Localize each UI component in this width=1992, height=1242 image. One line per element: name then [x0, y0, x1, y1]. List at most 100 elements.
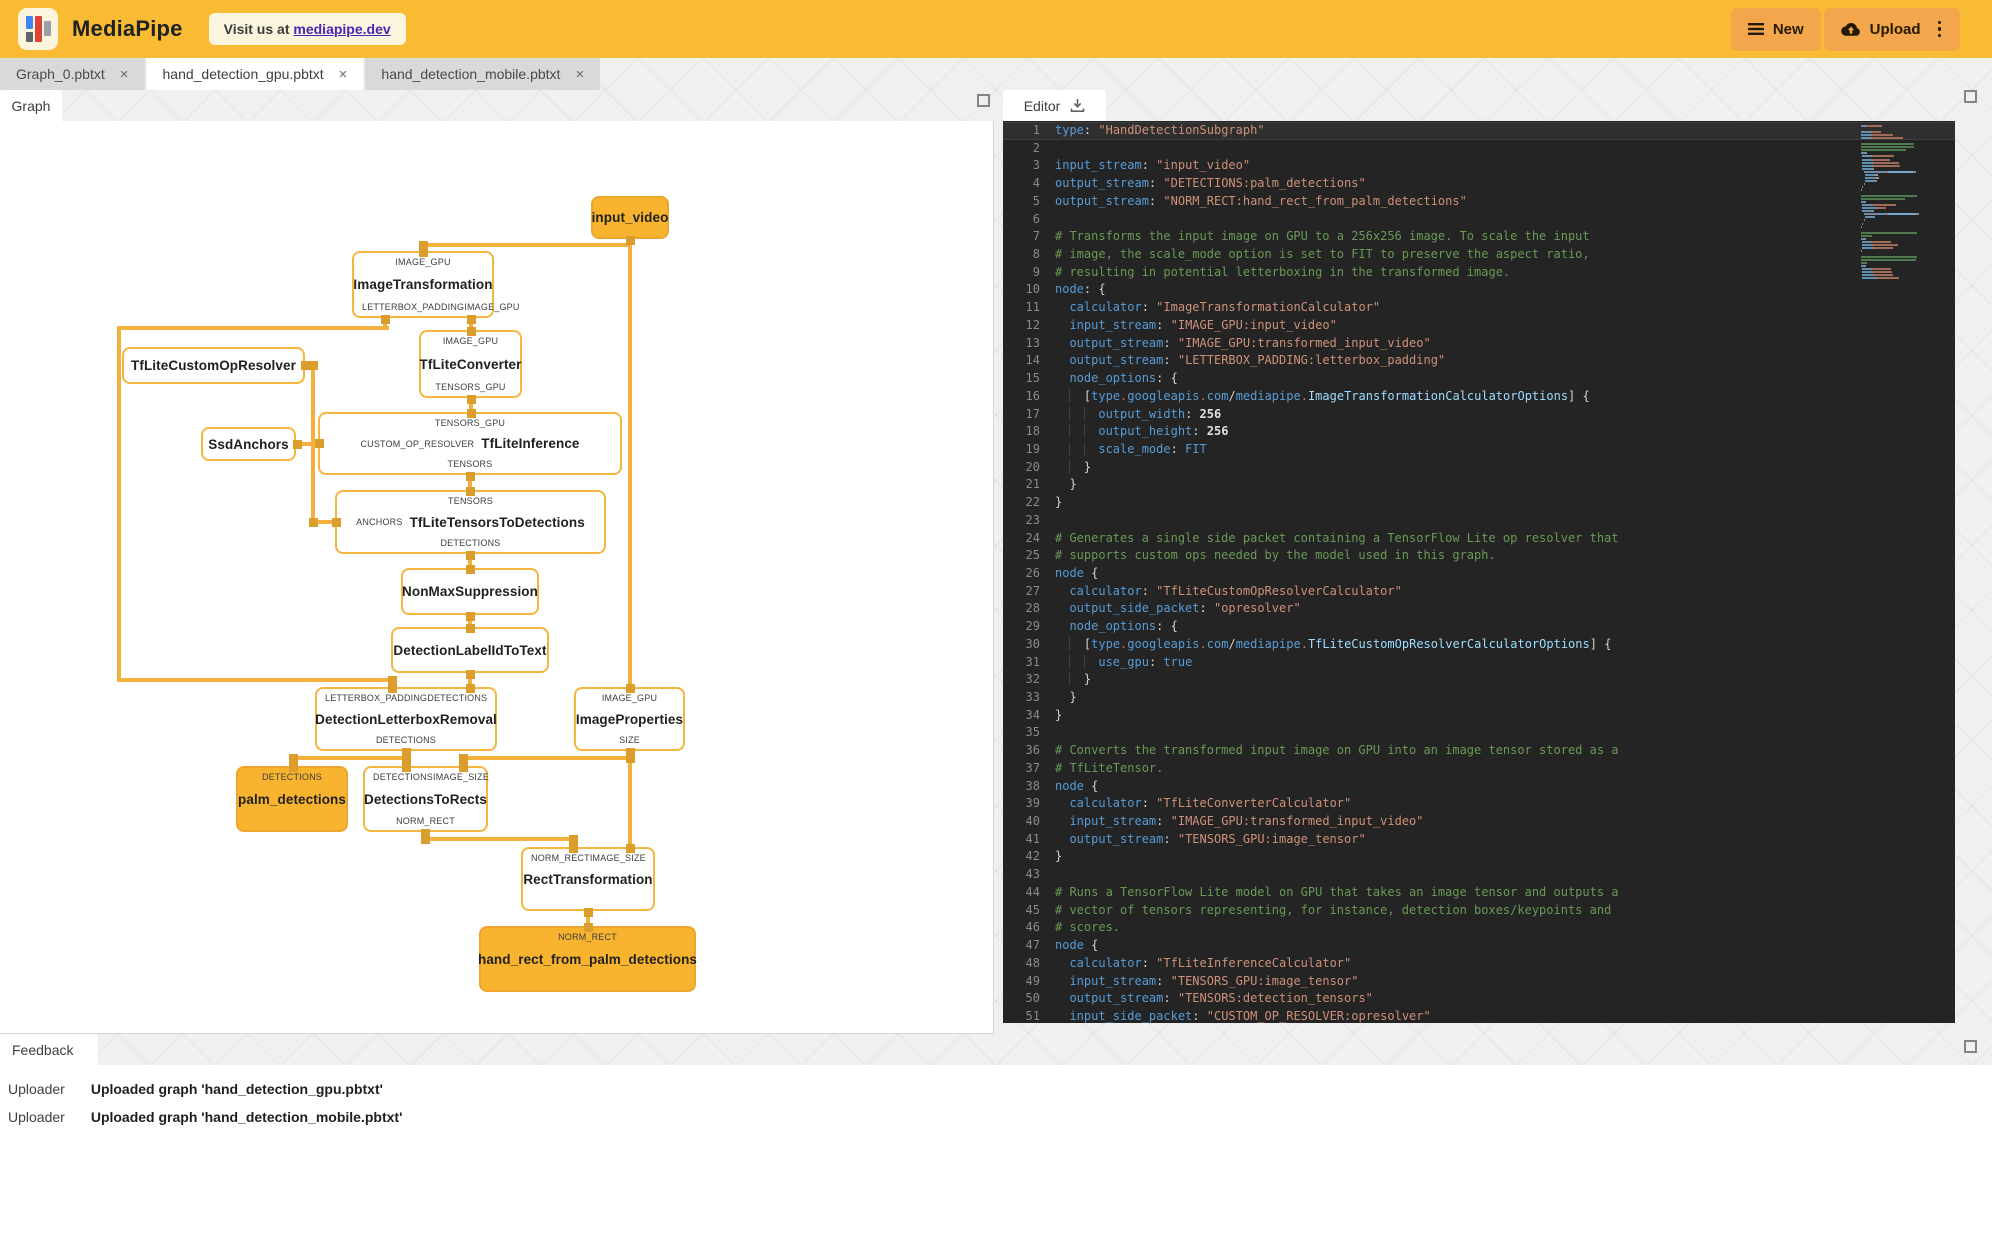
- code-text: output_stream: "TENSORS_GPU:image_tensor…: [1069, 831, 1366, 846]
- code-line: 48 calculator: "TfLiteInferenceCalculato…: [1003, 955, 1955, 973]
- line-number: 44: [1025, 884, 1040, 899]
- graph-node-TfLiteConverter[interactable]: IMAGE_GPU TfLiteConverter TENSORS_GPU: [419, 330, 522, 398]
- tab-editor[interactable]: Editor: [1003, 90, 1106, 121]
- graph-node-NonMaxSuppression[interactable]: NonMaxSuppression: [401, 568, 539, 615]
- code-text: input_side_packet: "CUSTOM_OP_RESOLVER:o…: [1069, 1008, 1431, 1023]
- line-number: 26: [1025, 565, 1040, 580]
- close-tab-icon[interactable]: ×: [575, 67, 584, 82]
- feedback-entry: Uploader Uploaded graph 'hand_detection_m…: [0, 1103, 1992, 1131]
- graph-node-input_video[interactable]: input_video: [591, 196, 669, 239]
- mediapipe-dev-link[interactable]: mediapipe.dev: [293, 21, 390, 37]
- graph-port-joint: [308, 360, 318, 370]
- code-line: 8 # image, the scale_mode option is set t…: [1003, 246, 1955, 264]
- minimap-line: [1861, 229, 1945, 231]
- port-row: IMAGE_GPU: [354, 257, 492, 267]
- graph-node-DetectionLabelIdToText[interactable]: DetectionLabelIdToText: [391, 627, 549, 673]
- line-number: 51: [1025, 1008, 1040, 1023]
- code-line: 31 use_gpu: true: [1003, 654, 1955, 672]
- file-tab-hand_detection_mobile.pbtxt[interactable]: hand_detection_mobile.pbtxt ×: [365, 58, 601, 90]
- line-number: 3: [1032, 158, 1040, 173]
- minimap-line: [1861, 161, 1945, 164]
- minimap-line: [1861, 182, 1945, 185]
- minimap-line: [1861, 198, 1945, 201]
- graph-node-TfLiteTensorsToDetections[interactable]: TENSORS ANCHORS TfLiteTensorsToDetections D…: [335, 490, 606, 554]
- graph-node-ImageTransformation[interactable]: IMAGE_GPU ImageTransformation LETTERBOX_PA…: [352, 251, 519, 318]
- minimap-line: [1861, 152, 1945, 155]
- graph-port-joint: [458, 753, 468, 763]
- code-text: # image, the scale_mode option is set to…: [1055, 247, 1590, 262]
- port-row: TENSORS_GPU: [421, 382, 520, 392]
- feedback-source: Uploader: [8, 1081, 65, 1097]
- new-button[interactable]: New: [1730, 7, 1821, 51]
- line-number: 15: [1025, 371, 1040, 386]
- line-number: 37: [1025, 760, 1040, 775]
- code-text: type: "HandDetectionSubgraph": [1055, 123, 1265, 137]
- graph-edge: [117, 326, 389, 330]
- graph-port-joint: [401, 753, 411, 763]
- graph-node-DetectionsToRects[interactable]: DETECTIONS IMAGE_SIZE DetectionsToRects NOR…: [363, 766, 489, 832]
- code-text: node {: [1055, 565, 1099, 580]
- tab-graph[interactable]: Graph: [0, 90, 62, 121]
- minimap-line: [1861, 253, 1945, 255]
- graph-node-TfLiteCustomOpResolver[interactable]: TfLiteCustomOpResolver: [122, 347, 305, 384]
- minimap-line: [1861, 167, 1945, 170]
- port-row: DETECTIONS: [238, 772, 346, 782]
- line-number: 43: [1025, 867, 1040, 882]
- graph-node-TfLiteInference[interactable]: TENSORS_GPU CUSTOM_OP_RESOLVER TfLiteInfer…: [318, 412, 622, 475]
- line-number: 33: [1025, 690, 1040, 704]
- graph-node-ImageProperties[interactable]: IMAGE_GPU ImageProperties SIZE: [574, 687, 685, 751]
- expand-feedback-icon[interactable]: [1964, 1040, 1977, 1053]
- port-label: LETTERBOX_PADDING: [362, 302, 465, 312]
- line-number: 34: [1025, 707, 1040, 722]
- graph-node-hand_rect_from_palm_detections[interactable]: NORM_RECT hand_rect_from_palm_detections: [478, 926, 697, 992]
- code-line: 49 input_stream: "TENSORS_GPU:image_tens…: [1003, 973, 1955, 991]
- code-line: 25 # supports custom ops needed by the mo…: [1003, 547, 1955, 565]
- code-line: 40 input_stream: "IMAGE_GPU:transformed_…: [1003, 813, 1955, 831]
- code-editor[interactable]: 1 type: "HandDetectionSubgraph" 2 3 input_st…: [1003, 121, 1955, 1023]
- line-number: 1: [1032, 123, 1040, 137]
- code-line: 28 output_side_packet: "opresolver": [1003, 600, 1955, 618]
- graph-node-DetectionLetterboxRemoval[interactable]: LETTERBOX_PADDING DETECTIONS DetectionLett…: [315, 687, 497, 751]
- minimap-line: [1861, 249, 1945, 252]
- graph-canvas[interactable]: input_video IMAGE_GPU ImageTransformation L…: [0, 121, 994, 1034]
- port-label: DETECTIONS: [440, 538, 501, 548]
- graph-node-RectTransformation[interactable]: NORM_RECT IMAGE_SIZE RectTransformation: [521, 847, 655, 911]
- file-tab-hand_detection_gpu.pbtxt[interactable]: hand_detection_gpu.pbtxt ×: [146, 58, 364, 90]
- graph-port-joint: [465, 550, 475, 560]
- code-line: 41 output_stream: "TENSORS_GPU:image_ten…: [1003, 831, 1955, 849]
- minimap-line: [1861, 265, 1945, 268]
- code-text: }: [1069, 690, 1077, 704]
- file-tab-Graph_0.pbtxt[interactable]: Graph_0.pbtxt ×: [0, 58, 145, 90]
- minimap[interactable]: [1861, 125, 1945, 280]
- code-text: }: [1069, 477, 1077, 492]
- code-line: 21 }: [1003, 476, 1955, 494]
- code-text: # resulting in potential letterboxing in…: [1055, 264, 1511, 279]
- close-tab-icon[interactable]: ×: [339, 67, 348, 82]
- expand-editor-icon[interactable]: [1964, 90, 1977, 103]
- download-icon[interactable]: [1070, 98, 1085, 113]
- expand-graph-icon[interactable]: [977, 94, 990, 107]
- minimap-line: [1861, 219, 1945, 222]
- tab-feedback[interactable]: Feedback: [0, 1034, 98, 1065]
- close-tab-icon[interactable]: ×: [120, 67, 129, 82]
- graph-node-palm_detections[interactable]: DETECTIONS palm_detections: [236, 766, 348, 832]
- minimap-line: [1861, 271, 1945, 274]
- graph-node-SsdAnchors[interactable]: SsdAnchors: [201, 427, 296, 461]
- code-line: 10 node: {: [1003, 281, 1955, 299]
- graph-edge: [117, 678, 396, 682]
- minimap-line: [1861, 201, 1945, 204]
- code-line: 43: [1003, 866, 1955, 884]
- minimap-line: [1861, 173, 1945, 176]
- minimap-line: [1861, 234, 1945, 237]
- app-title: MediaPipe: [72, 16, 183, 41]
- port-label: ANCHORS: [356, 517, 403, 527]
- upload-button[interactable]: Upload: [1823, 7, 1960, 51]
- graph-edge: [628, 751, 632, 850]
- upload-menu-kebab-icon[interactable]: [1936, 19, 1944, 40]
- mediapipe-visualizer: MediaPipe Visit us at mediapipe.dev New …: [0, 0, 1992, 1242]
- graph-port-joint: [625, 235, 635, 245]
- code-text: [type.googleapis.com/mediapipe.TfLiteCus…: [1055, 636, 1612, 654]
- code-line: 22}: [1003, 494, 1955, 512]
- code-line: 44 # Runs a TensorFlow Lite model on GPU …: [1003, 884, 1955, 902]
- graph-port-joint: [331, 517, 341, 527]
